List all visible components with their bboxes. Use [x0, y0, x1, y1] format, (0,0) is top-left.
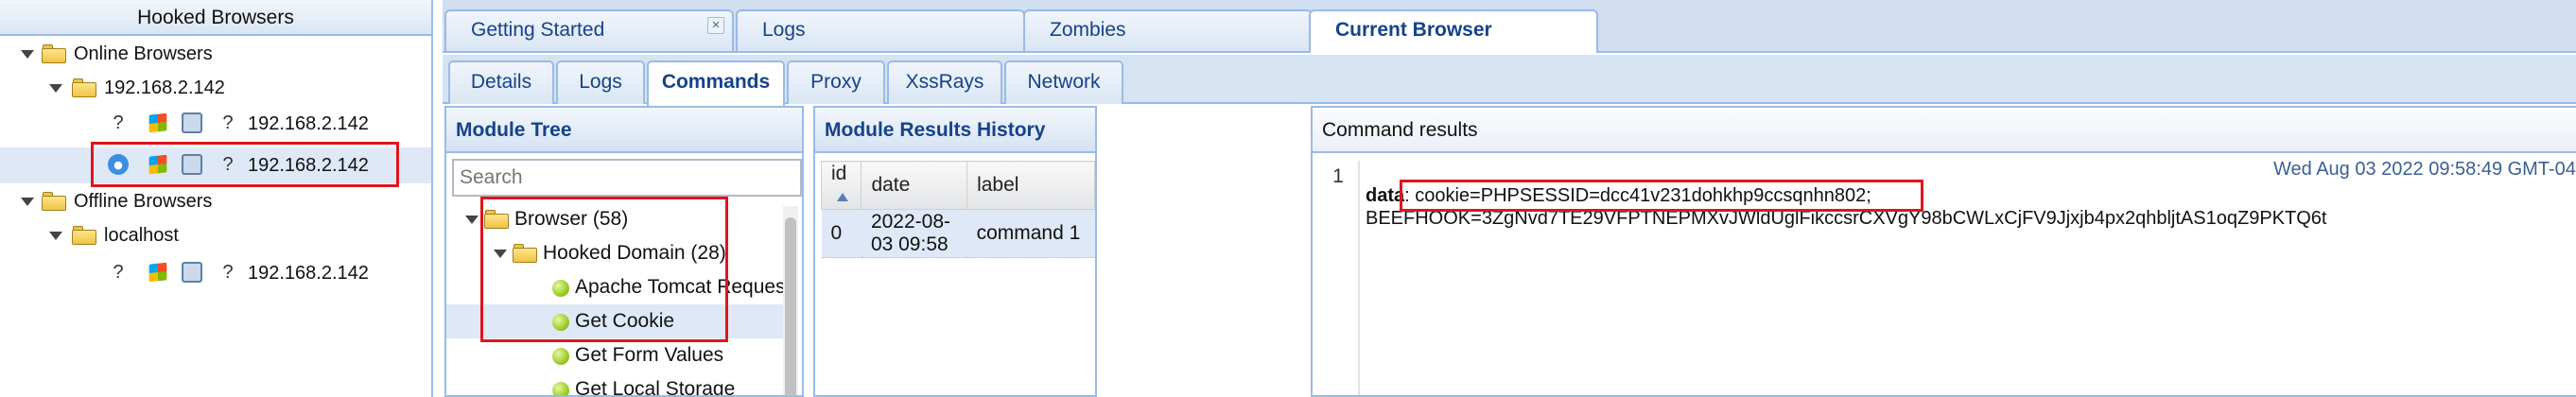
result-data-line2: BEEFHOOK=3ZgNvd7TE29VFPTNEPMXvJWldUglFik… — [1366, 208, 2327, 229]
expand-arrow-icon[interactable] — [21, 198, 34, 206]
folder-icon — [72, 78, 96, 97]
module-item[interactable]: Get Form Values — [446, 338, 783, 372]
windows-icon — [148, 112, 167, 133]
tree-node-online-host[interactable]: 192.168.2.142 — [0, 70, 431, 106]
module-status-icon — [552, 280, 569, 297]
sort-ascending-icon — [837, 192, 848, 201]
close-icon[interactable]: × — [707, 17, 724, 34]
expand-arrow-icon[interactable] — [465, 216, 479, 224]
hooked-browser-row[interactable]: ? ? 192.168.2.142 — [0, 106, 431, 142]
module-tree-title: Module Tree — [446, 108, 802, 153]
tab-current-browser[interactable]: Current Browser — [1309, 9, 1598, 53]
module-label: Get Local Storage — [575, 378, 736, 397]
tree-node-label: Hooked Domain (28) — [543, 242, 726, 264]
tree-node-offline-host[interactable]: localhost — [0, 217, 431, 253]
expand-arrow-icon[interactable] — [49, 232, 62, 240]
result-data-line: data: cookie=PHPSESSID=dcc41v231dohkhp9c… — [1366, 185, 1871, 207]
module-item[interactable]: Apache Tomcat Request — [446, 270, 791, 304]
tab-logs[interactable]: Logs — [736, 9, 1025, 51]
hooked-browsers-panel: Hooked Browsers Online Browsers 192.168.… — [0, 0, 433, 397]
column-header-id[interactable]: id — [820, 161, 862, 210]
ie-icon: e — [108, 154, 129, 175]
question-icon: ? — [222, 154, 234, 175]
tree-node-offline-browsers[interactable]: Offline Browsers — [0, 183, 431, 219]
tree-node-online-browsers[interactable]: Online Browsers — [0, 36, 431, 72]
module-label: Get Cookie — [575, 310, 675, 332]
module-status-icon — [552, 348, 569, 365]
scrollbar[interactable] — [783, 206, 798, 395]
tab-getting-started[interactable]: Getting Started × — [444, 9, 734, 51]
monitor-icon — [182, 262, 202, 283]
tab-label: Current Browser — [1335, 19, 1492, 41]
browser-ip: 192.168.2.142 — [248, 263, 369, 284]
column-header-label[interactable]: label — [966, 161, 1095, 210]
data-value: : cookie=PHPSESSID=dcc41v231dohkhp9ccsqn… — [1404, 185, 1871, 206]
module-tree-panel: Module Tree Browser (58) Hooked Domain (… — [444, 106, 804, 397]
offline-browsers-label: Offline Browsers — [74, 191, 213, 212]
cell-label: command 1 — [966, 209, 1095, 258]
folder-icon — [513, 244, 537, 263]
search-input[interactable] — [452, 159, 802, 197]
tab-logs[interactable]: Logs — [556, 60, 645, 104]
table-row[interactable]: 0 2022-08-03 09:58 command 1 — [821, 209, 1095, 258]
module-item-selected[interactable]: Get Cookie — [446, 304, 783, 338]
folder-icon — [72, 226, 96, 245]
tab-label: Logs — [762, 19, 806, 41]
scrollbar-thumb[interactable] — [785, 217, 796, 395]
tab-xssrays[interactable]: XssRays — [887, 60, 1002, 104]
folder-icon — [42, 192, 66, 211]
tab-zombies[interactable]: Zombies — [1023, 9, 1313, 51]
module-status-icon — [552, 382, 569, 395]
column-label: id — [831, 163, 847, 184]
offline-host-label: localhost — [104, 225, 179, 246]
module-label: Apache Tomcat Request — [575, 276, 792, 298]
module-status-icon — [552, 314, 569, 331]
command-results-title: Command results — [1313, 108, 2576, 153]
browser-ip: 192.168.2.142 — [248, 113, 369, 134]
windows-icon — [148, 154, 167, 175]
online-browsers-label: Online Browsers — [74, 43, 213, 64]
monitor-icon — [182, 112, 202, 133]
sub-tab-bar: Details Logs Commands Proxy XssRays Netw… — [443, 55, 2576, 106]
cell-id: 0 — [821, 209, 862, 258]
module-label: Get Form Values — [575, 344, 724, 366]
cell-date: 2022-08-03 09:58 — [861, 209, 967, 258]
hooked-browser-row[interactable]: ? ? 192.168.2.142 — [0, 255, 431, 291]
tab-label: Getting Started — [471, 19, 605, 41]
main-tab-bar: Getting Started × Logs Zombies Current B… — [443, 0, 2576, 53]
windows-icon — [148, 262, 167, 283]
tab-proxy[interactable]: Proxy — [787, 60, 885, 104]
tab-commands[interactable]: Commands — [647, 60, 785, 106]
module-item[interactable]: Get Local Storage — [446, 372, 783, 397]
hooked-browser-row-selected[interactable]: e ? 192.168.2.142 — [0, 147, 431, 183]
expand-arrow-icon[interactable] — [494, 250, 507, 258]
result-timestamp: Wed Aug 03 2022 09:58:49 GMT-0400 (Ea — [2273, 159, 2576, 180]
question-icon: ? — [222, 112, 234, 133]
question-icon: ? — [222, 262, 234, 283]
main-area: Getting Started × Logs Zombies Current B… — [443, 0, 2576, 397]
expand-arrow-icon[interactable] — [49, 84, 62, 93]
hooked-browsers-title: Hooked Browsers — [0, 0, 431, 36]
question-icon: ? — [113, 262, 124, 283]
column-header-date[interactable]: date — [861, 161, 968, 210]
data-key: data — [1366, 185, 1405, 206]
folder-icon — [42, 44, 66, 63]
command-results-panel: Command results 1 Wed Aug 03 2022 09:58:… — [1311, 106, 2576, 397]
tab-details[interactable]: Details — [448, 60, 554, 104]
results-history-panel: Module Results History id date label 0 2… — [813, 106, 1097, 397]
question-icon: ? — [113, 112, 124, 133]
browser-ip: 192.168.2.142 — [248, 155, 369, 176]
tab-network[interactable]: Network — [1004, 60, 1123, 104]
folder-icon — [484, 210, 509, 229]
tab-label: Zombies — [1050, 19, 1126, 41]
results-table: id date label 0 2022-08-03 09:58 command… — [820, 161, 1095, 258]
tree-node-hooked-domain[interactable]: Hooked Domain (28) — [446, 236, 783, 270]
results-history-title: Module Results History — [815, 108, 1095, 153]
expand-arrow-icon[interactable] — [21, 50, 34, 59]
line-number: 1 — [1318, 161, 1360, 395]
tree-node-label: Browser (58) — [514, 208, 629, 230]
monitor-icon — [182, 154, 202, 175]
online-host-label: 192.168.2.142 — [104, 78, 225, 98]
tree-node-browser[interactable]: Browser (58) — [446, 202, 783, 236]
